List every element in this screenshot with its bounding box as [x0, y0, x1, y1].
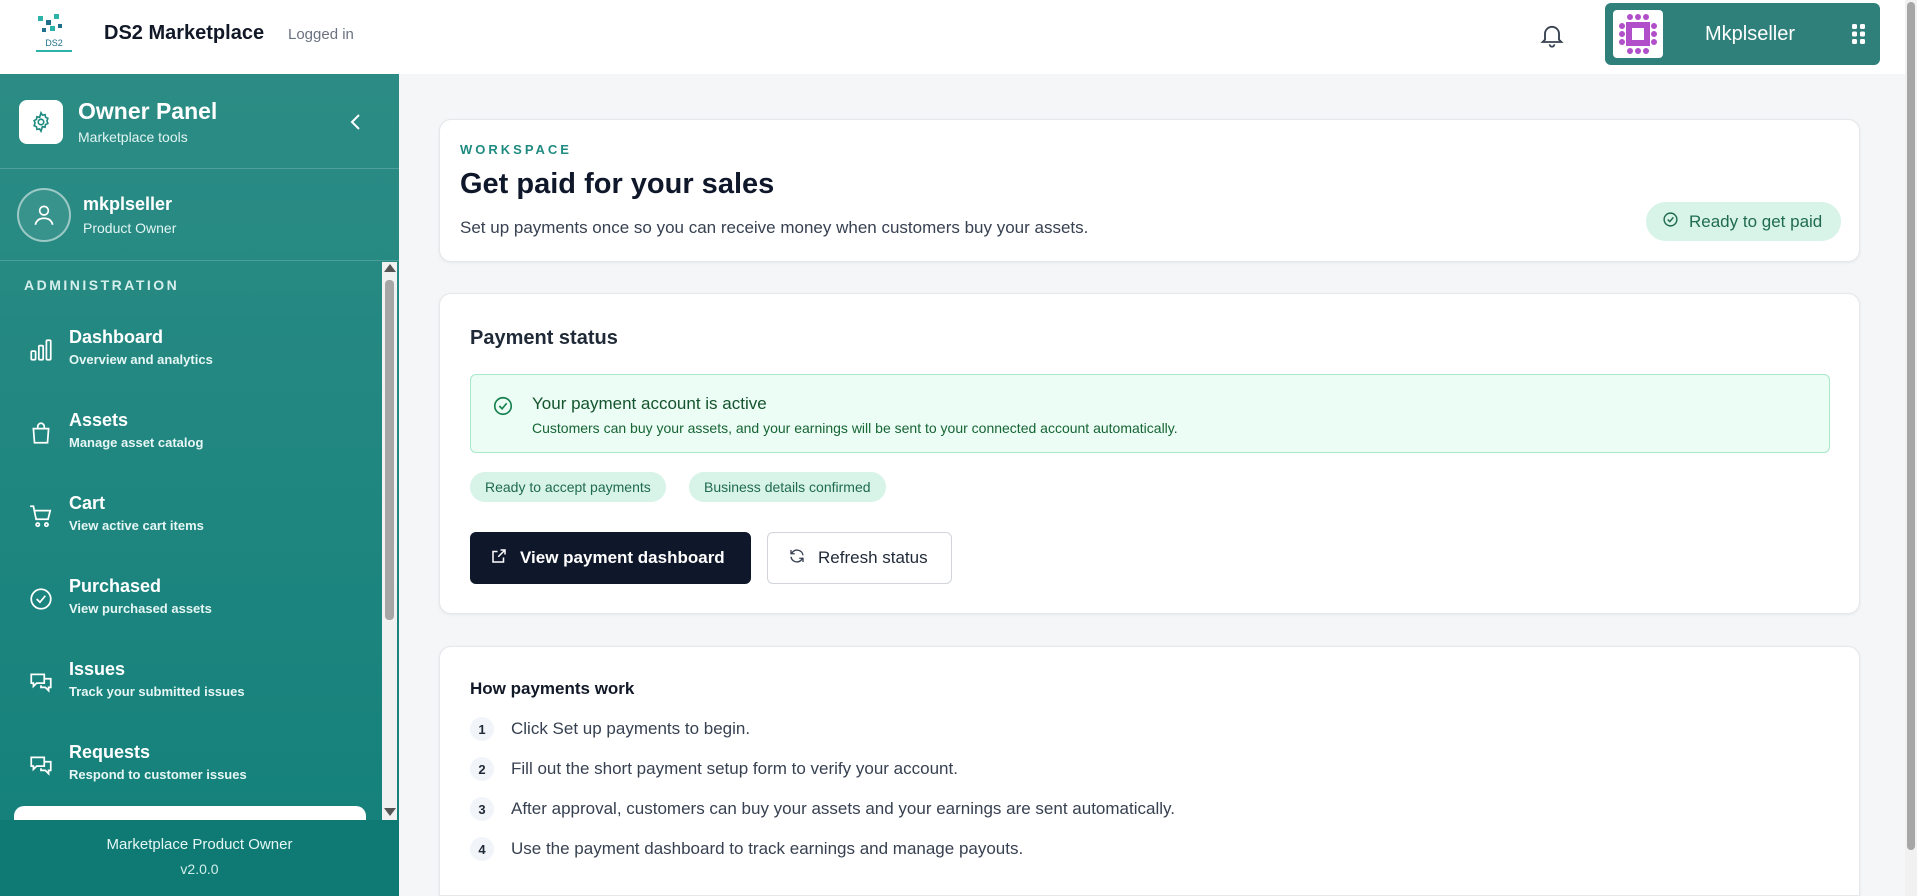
list-item: 3 After approval, customers can buy your… [470, 796, 1175, 822]
button-label: View payment dashboard [520, 548, 725, 567]
sidebar-item-desc: Overview and analytics [69, 352, 213, 367]
section-title: How payments work [470, 679, 635, 698]
chat-bubbles-icon [28, 752, 54, 778]
section-title: Payment status [470, 327, 618, 349]
owner-role: Product Owner [83, 220, 177, 236]
grid-dots-icon[interactable] [1851, 23, 1867, 45]
status-chip: Business details confirmed [689, 472, 886, 502]
success-banner: Your payment account is active Customers… [470, 374, 1830, 453]
status-chip: Ready to accept payments [470, 472, 666, 502]
bar-chart-icon [28, 337, 54, 363]
sidebar-item-desc: Respond to customer issues [69, 767, 247, 782]
owner-name: mkplseller [83, 194, 173, 214]
sidebar-item-requests[interactable]: Requests Respond to customer issues [0, 730, 380, 800]
chat-bubbles-icon [28, 669, 54, 695]
step-text: Use the payment dashboard to track earni… [511, 839, 1024, 858]
bell-icon[interactable] [1538, 20, 1566, 50]
list-item: 2 Fill out the short payment setup form … [470, 756, 958, 782]
scroll-thumb[interactable] [385, 280, 394, 620]
user-menu-button[interactable]: Mkplseller [1605, 3, 1880, 65]
user-name: Mkplseller [1705, 23, 1796, 45]
list-item: 1 Click Set up payments to begin. [470, 716, 750, 742]
sidebar-item-label: Cart [69, 493, 106, 513]
sidebar-item-desc: View purchased assets [69, 601, 212, 616]
login-status: Logged in [288, 26, 354, 43]
sidebar-partial-card[interactable] [14, 806, 366, 820]
sidebar-item-label: Assets [69, 410, 129, 430]
external-link-icon [490, 547, 508, 570]
step-number: 3 [470, 797, 494, 821]
button-label: Refresh status [818, 548, 928, 567]
workspace-card: WORKSPACE Get paid for your sales Set up… [439, 119, 1860, 262]
shopping-bag-icon [28, 420, 54, 446]
page-description: Set up payments once so you can receive … [460, 218, 1089, 237]
scroll-down-arrow[interactable] [384, 808, 396, 816]
sidebar-item-label: Issues [69, 659, 126, 679]
banner-title: Your payment account is active [532, 394, 767, 413]
sidebar-item-purchased[interactable]: Purchased View purchased assets [0, 564, 380, 634]
workspace-eyebrow: WORKSPACE [460, 142, 572, 157]
user-icon [17, 188, 71, 242]
footer-version: v2.0.0 [180, 861, 219, 877]
panel-header: Owner Panel Marketplace tools [0, 74, 399, 169]
panel-title: Owner Panel [78, 98, 218, 124]
sidebar-item-label: Dashboard [69, 327, 164, 347]
sidebar-item-desc: View active cart items [69, 518, 204, 533]
sidebar-item-assets[interactable]: Assets Manage asset catalog [0, 398, 380, 468]
status-badge: Ready to get paid [1646, 202, 1841, 241]
payment-status-card: Payment status Your payment account is a… [439, 293, 1860, 614]
step-number: 4 [470, 837, 494, 861]
refresh-icon [788, 547, 806, 570]
sidebar-item-label: Purchased [69, 576, 162, 596]
sidebar: Owner Panel Marketplace tools mkplseller… [0, 74, 399, 896]
brand-title[interactable]: DS2 Marketplace [104, 22, 264, 45]
cart-icon [28, 503, 54, 529]
banner-description: Customers can buy your assets, and your … [532, 420, 1178, 436]
status-badge-label: Ready to get paid [1689, 211, 1823, 231]
sidebar-footer: Marketplace Product Owner v2.0.0 [0, 820, 399, 896]
top-bar: DS2 DS2 Marketplace Logged in Mkplseller [0, 0, 1905, 74]
step-text: Fill out the short payment setup form to… [511, 759, 958, 778]
ds2-logo[interactable]: DS2 [28, 12, 80, 56]
sidebar-scrollbar[interactable] [382, 262, 397, 820]
gear-icon [19, 100, 63, 144]
list-item: 4 Use the payment dashboard to track ear… [470, 836, 1023, 862]
check-circle-icon [492, 395, 514, 417]
page-title: Get paid for your sales [460, 168, 775, 200]
sidebar-item-cart[interactable]: Cart View active cart items [0, 481, 380, 551]
collapse-sidebar-button[interactable] [345, 110, 367, 134]
svg-text:DS2: DS2 [45, 38, 63, 48]
sidebar-item-desc: Manage asset catalog [69, 435, 204, 450]
sidebar-item-label: Requests [69, 742, 151, 762]
step-text: Click Set up payments to begin. [511, 719, 751, 738]
step-text: After approval, customers can buy your a… [511, 799, 1175, 818]
user-avatar [1613, 10, 1663, 58]
scroll-up-arrow[interactable] [384, 264, 396, 272]
sidebar-item-dashboard[interactable]: Dashboard Overview and analytics [0, 315, 380, 385]
sidebar-item-desc: Track your submitted issues [69, 684, 245, 699]
view-payment-dashboard-button[interactable]: View payment dashboard [470, 532, 751, 584]
page-scroll-thumb[interactable] [1907, 2, 1915, 850]
how-payments-card: How payments work 1 Click Set up payment… [439, 646, 1860, 896]
owner-profile: mkplseller Product Owner [0, 169, 399, 261]
refresh-status-button[interactable]: Refresh status [767, 532, 952, 584]
step-number: 2 [470, 757, 494, 781]
check-circle-icon [1662, 211, 1679, 233]
check-circle-icon [28, 586, 54, 612]
sidebar-item-issues[interactable]: Issues Track your submitted issues [0, 647, 380, 717]
page-scrollbar[interactable] [1905, 0, 1917, 896]
panel-subtitle: Marketplace tools [78, 129, 188, 145]
footer-title: Marketplace Product Owner [106, 836, 293, 853]
step-number: 1 [470, 717, 494, 741]
nav-section-label: ADMINISTRATION [24, 277, 180, 293]
